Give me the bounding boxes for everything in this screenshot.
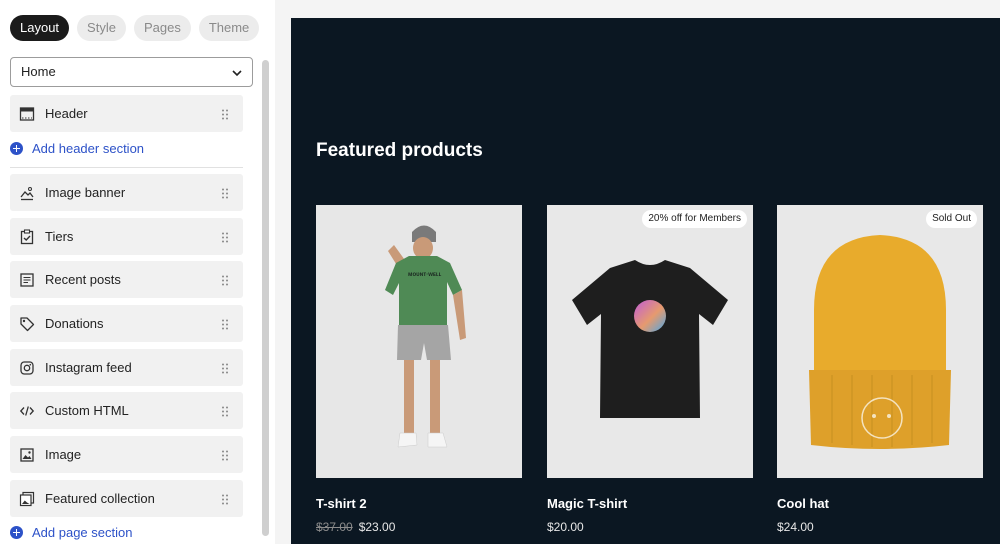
yellow-beanie-image bbox=[777, 205, 983, 478]
section-image-banner[interactable]: Image banner bbox=[10, 174, 243, 211]
chevron-down-icon bbox=[232, 70, 242, 77]
section-donations[interactable]: Donations bbox=[10, 305, 243, 342]
image-icon bbox=[20, 448, 34, 462]
add-header-section-label: Add header section bbox=[32, 140, 145, 156]
plus-circle-icon bbox=[10, 525, 23, 539]
add-header-section-button[interactable]: Add header section bbox=[10, 139, 144, 157]
page-select[interactable]: Home bbox=[10, 57, 253, 87]
black-tshirt-image bbox=[547, 205, 753, 478]
drag-handle-icon[interactable] bbox=[221, 188, 229, 199]
section-label: Recent posts bbox=[45, 272, 121, 287]
product-card: ᴍᴏᴜɴᴛ·ᴡᴇʟʟ T-shirt 2 $37.00 $23.00 bbox=[316, 205, 522, 534]
product-old-price: $37.00 bbox=[316, 520, 353, 534]
section-featured-collection[interactable]: Featured collection bbox=[10, 480, 243, 517]
product-card: 20% off for Members Magic T-shirt $20.00 bbox=[547, 205, 753, 534]
drag-handle-icon[interactable] bbox=[221, 109, 229, 120]
discount-badge: 20% off for Members bbox=[642, 210, 747, 228]
store-preview: Featured products ᴍᴏᴜɴᴛ·ᴡᴇʟʟ T-shirt 2 $… bbox=[291, 18, 1000, 544]
add-page-section-label: Add page section bbox=[32, 524, 133, 540]
section-label: Image bbox=[45, 447, 82, 462]
drag-handle-icon[interactable] bbox=[221, 232, 229, 243]
product-price: $23.00 bbox=[358, 520, 396, 534]
section-custom-html[interactable]: Custom HTML bbox=[10, 392, 243, 429]
featured-collection-icon bbox=[19, 491, 35, 507]
drag-handle-icon[interactable] bbox=[221, 319, 229, 330]
product-card: Sold Out Cool hat $24.00 bbox=[777, 205, 983, 534]
tag-icon bbox=[20, 317, 35, 332]
page-select-value: Home bbox=[21, 64, 56, 79]
product-price: $24.00 bbox=[777, 520, 814, 534]
image-banner-icon bbox=[20, 187, 34, 201]
product-prices: $24.00 bbox=[777, 520, 814, 534]
product-prices: $20.00 bbox=[547, 520, 584, 534]
editor-tabs: Layout Style Pages Theme bbox=[10, 15, 260, 41]
drag-handle-icon[interactable] bbox=[221, 494, 229, 505]
product-image[interactable]: ᴍᴏᴜɴᴛ·ᴡᴇʟʟ bbox=[316, 205, 522, 478]
product-image[interactable]: Sold Out bbox=[777, 205, 983, 478]
tab-theme[interactable]: Theme bbox=[198, 15, 260, 41]
person-in-green-tshirt-image: ᴍᴏᴜɴᴛ·ᴡᴇʟʟ bbox=[316, 205, 522, 478]
section-recent-posts[interactable]: Recent posts bbox=[10, 261, 243, 298]
drag-handle-icon[interactable] bbox=[221, 363, 229, 374]
product-name[interactable]: Cool hat bbox=[777, 496, 829, 511]
tab-layout[interactable]: Layout bbox=[10, 15, 70, 41]
section-label: Featured collection bbox=[45, 491, 155, 506]
clipboard-check-icon bbox=[20, 229, 34, 245]
product-prices: $37.00 $23.00 bbox=[316, 520, 395, 534]
section-label: Instagram feed bbox=[45, 360, 132, 375]
featured-products-heading: Featured products bbox=[316, 140, 483, 161]
drag-handle-icon[interactable] bbox=[221, 450, 229, 461]
section-label: Tiers bbox=[45, 229, 74, 244]
drag-handle-icon[interactable] bbox=[221, 275, 229, 286]
plus-circle-icon bbox=[10, 141, 23, 155]
editor-panel: Layout Style Pages Theme Home Header Add… bbox=[0, 0, 275, 544]
product-name[interactable]: T-shirt 2 bbox=[316, 496, 367, 511]
section-header[interactable]: Header bbox=[10, 95, 243, 132]
tab-style[interactable]: Style bbox=[77, 15, 126, 41]
section-instagram-feed[interactable]: Instagram feed bbox=[10, 349, 243, 386]
drag-handle-icon[interactable] bbox=[221, 406, 229, 417]
product-image[interactable]: 20% off for Members bbox=[547, 205, 753, 478]
tab-pages[interactable]: Pages bbox=[133, 15, 191, 41]
section-label: Image banner bbox=[45, 185, 126, 200]
section-label: Donations bbox=[45, 316, 104, 331]
section-tiers[interactable]: Tiers bbox=[10, 218, 243, 255]
divider bbox=[10, 167, 243, 168]
sold-out-badge: Sold Out bbox=[926, 210, 977, 228]
header-layout-icon bbox=[19, 107, 35, 121]
svg-text:ᴍᴏᴜɴᴛ·ᴡᴇʟʟ: ᴍᴏᴜɴᴛ·ᴡᴇʟʟ bbox=[408, 272, 442, 278]
document-lines-icon bbox=[20, 273, 34, 287]
product-price: $20.00 bbox=[547, 520, 584, 534]
instagram-icon bbox=[20, 361, 34, 375]
section-label: Header bbox=[45, 106, 88, 121]
scrollbar[interactable] bbox=[262, 60, 269, 536]
section-label: Custom HTML bbox=[45, 403, 129, 418]
code-icon bbox=[19, 406, 35, 416]
section-image[interactable]: Image bbox=[10, 436, 243, 473]
product-name[interactable]: Magic T-shirt bbox=[547, 496, 627, 511]
add-page-section-button[interactable]: Add page section bbox=[10, 523, 132, 541]
